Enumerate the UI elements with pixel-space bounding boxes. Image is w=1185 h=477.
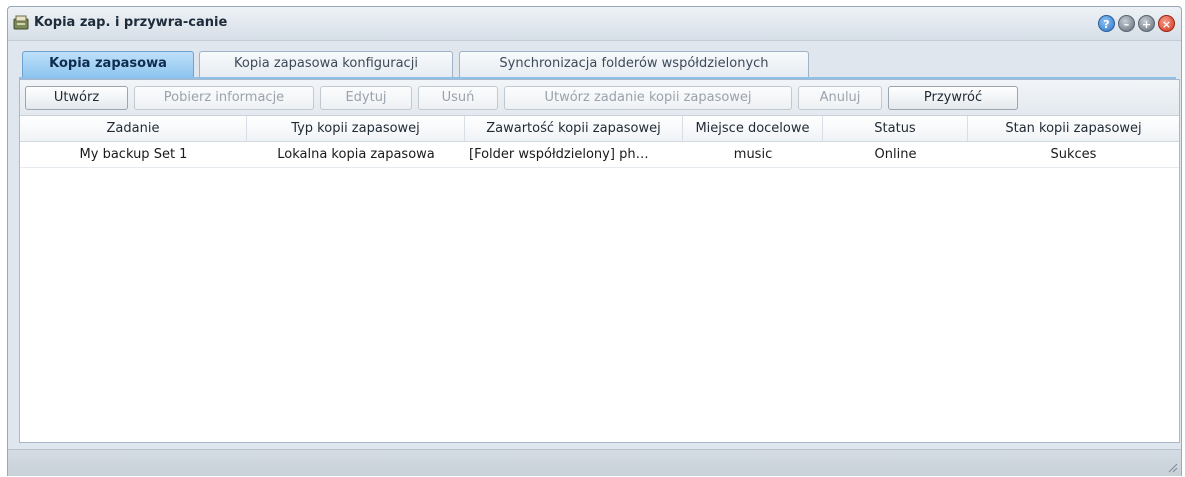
create-button[interactable]: Utwórz <box>25 86 128 110</box>
help-icon[interactable]: ? <box>1098 15 1115 32</box>
create-backup-task-button[interactable]: Utwórz zadanie kopii zapasowej <box>504 86 792 110</box>
maximize-icon[interactable]: + <box>1138 15 1155 32</box>
title-bar[interactable]: Kopia zap. i przywra-canie ? – + × <box>8 7 1181 41</box>
column-header-backup-content[interactable]: Zawartość kopii zapasowej <box>465 116 683 142</box>
delete-button[interactable]: Usuń <box>418 86 498 110</box>
table-header: Zadanie Typ kopii zapasowej Zawartość ko… <box>20 116 1179 142</box>
tab-config-backup[interactable]: Kopia zapasowa konfiguracji <box>199 51 453 77</box>
tab-shared-folder-sync[interactable]: Synchronizacja folderów współdzielonych <box>459 51 809 77</box>
close-icon[interactable]: × <box>1158 15 1175 32</box>
cancel-button[interactable]: Anuluj <box>798 86 882 110</box>
toolbar: Utwórz Pobierz informacje Edytuj Usuń Ut… <box>20 80 1179 116</box>
cell-backup-content: [Folder współdzielony] ph… <box>469 147 649 162</box>
get-info-button[interactable]: Pobierz informacje <box>134 86 314 110</box>
backup-restore-window: Kopia zap. i przywra-canie ? – + × Kopia… <box>7 6 1182 476</box>
cell-task: My backup Set 1 <box>79 147 188 162</box>
cell-destination: music <box>733 147 773 162</box>
minimize-icon[interactable]: – <box>1118 15 1135 32</box>
status-bar <box>8 449 1181 476</box>
cell-status: Online <box>874 147 917 162</box>
window-title: Kopia zap. i przywra-canie <box>34 15 228 30</box>
column-header-backup-state[interactable]: Stan kopii zapasowej <box>968 116 1179 142</box>
table-row[interactable]: My backup Set 1 Lokalna kopia zapasowa [… <box>20 142 1179 168</box>
column-header-status[interactable]: Status <box>823 116 968 142</box>
edit-button[interactable]: Edytuj <box>320 86 412 110</box>
column-header-backup-type[interactable]: Typ kopii zapasowej <box>247 116 465 142</box>
backup-panel: Utwórz Pobierz informacje Edytuj Usuń Ut… <box>19 79 1180 443</box>
cell-backup-type: Lokalna kopia zapasowa <box>277 147 435 162</box>
column-header-task[interactable]: Zadanie <box>20 116 247 142</box>
backup-app-icon <box>13 15 29 30</box>
restore-button[interactable]: Przywróć <box>888 86 1018 110</box>
tab-backup[interactable]: Kopia zapasowa <box>22 51 194 77</box>
resize-grip-icon[interactable] <box>1166 461 1178 473</box>
column-header-destination[interactable]: Miejsce docelowe <box>683 116 823 142</box>
cell-backup-state: Sukces <box>1050 147 1097 162</box>
